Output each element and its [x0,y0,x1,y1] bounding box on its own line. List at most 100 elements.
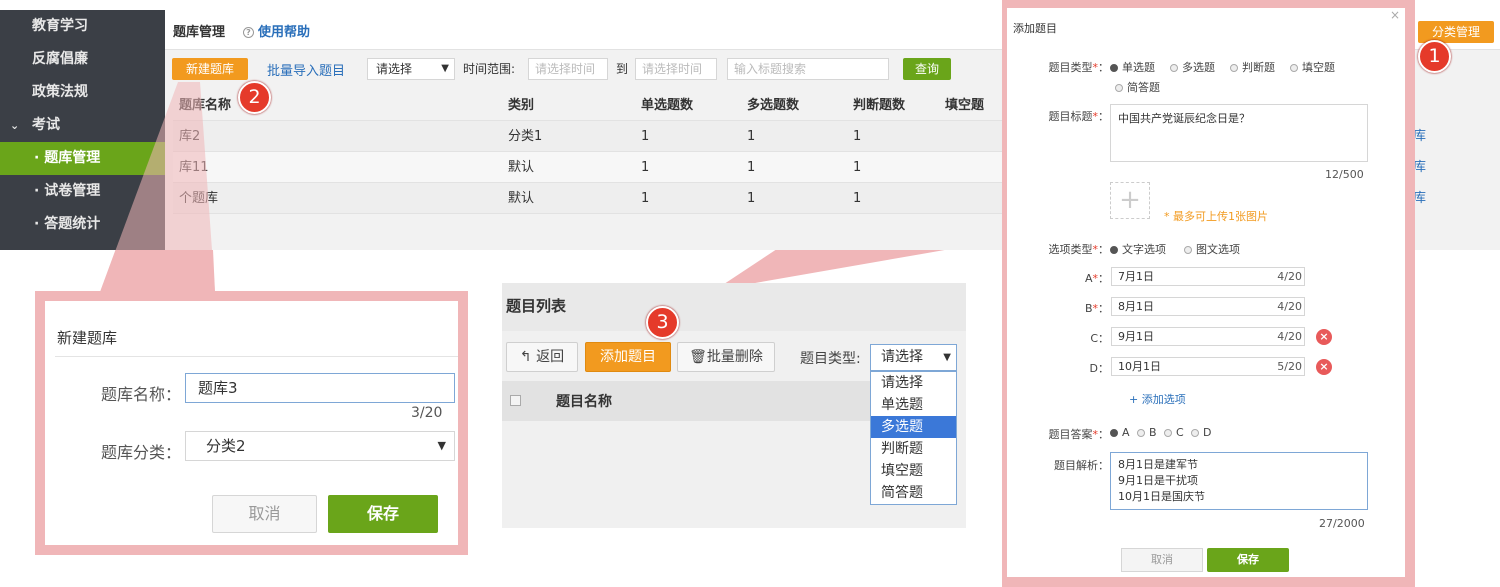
delete-option-icon[interactable]: × [1316,329,1332,345]
step-badge-3: 3 [646,306,679,339]
dropdown-option[interactable]: 填空题 [871,460,956,482]
option-d-input[interactable]: 10月1日 5/20 [1111,357,1305,376]
sidebar-item-label: 反腐倡廉 [32,51,88,67]
sidebar-item-label: · 答题统计 [34,216,101,232]
answer-radio-c[interactable]: C [1164,426,1184,439]
help-icon: ? [243,27,254,38]
cancel-button[interactable]: 取消 [212,495,317,533]
col-single-header: 单选题数 [641,98,694,113]
new-bank-button[interactable]: 新建题库 [172,58,248,80]
option-b-input[interactable]: 8月1日 4/20 [1111,297,1305,316]
select-all-checkbox[interactable] [510,395,521,406]
sidebar-item-label: · 题库管理 [34,150,101,166]
sidebar-item-label: 政策法规 [32,84,88,100]
add-question-button[interactable]: 添加题目 [585,342,671,372]
cancel-button[interactable]: 取消 [1121,548,1203,572]
cell-multi: 1 [747,129,756,144]
sidebar-item-anticorruption[interactable]: 反腐倡廉 [0,43,165,76]
type-radio-fill[interactable]: 填空题 [1290,59,1335,75]
question-title-label: 题目标题*： [1048,110,1110,123]
type-radio-essay[interactable]: 简答题 [1115,79,1160,95]
dropdown-option[interactable]: 判断题 [871,438,956,460]
chevron-down-icon: ⌄ [10,119,20,132]
option-a-input[interactable]: 7月1日 4/20 [1111,267,1305,286]
bank-name-count: 3/20 [411,405,443,421]
to-label: 到 [616,62,629,76]
analysis-line: 9月1日是干扰项 [1118,474,1198,487]
upload-image-button[interactable]: + [1110,182,1150,219]
option-type-image-radio[interactable]: 图文选项 [1184,241,1240,257]
type-radio-judge[interactable]: 判断题 [1230,59,1275,75]
help-label: 使用帮助 [258,25,311,40]
cell-name: 个题库 [179,191,219,206]
delete-option-icon[interactable]: × [1316,359,1332,375]
radio-icon [1164,429,1172,437]
cell-single: 1 [641,191,650,206]
option-type-text-radio[interactable]: 文字选项 [1110,241,1166,257]
radio-icon [1290,64,1298,72]
question-title-input[interactable]: 中国共产党诞辰纪念日是？ [1110,104,1368,162]
dropdown-option[interactable]: 简答题 [871,482,956,504]
option-b-label: B*： [1084,302,1109,315]
answer-radio-b[interactable]: B [1137,426,1157,439]
dropdown-option[interactable]: 单选题 [871,394,956,416]
col-multi-header: 多选题数 [747,98,800,113]
answer-radio-d[interactable]: D [1191,426,1211,439]
question-title-count: 12/500 [1325,168,1364,181]
sidebar-item-policy[interactable]: 政策法规 [0,76,165,109]
analysis-textarea[interactable]: 8月1日是建军节 9月1日是干扰项 10月1日是国庆节 [1110,452,1368,510]
dialog-body: 添加题目 × 题目类型*： 单选题 多选题 判断题 填空题 简答题 题目标题*：… [1007,8,1400,575]
save-button[interactable]: 保存 [328,495,438,533]
bank-name-input[interactable]: 题库3 [185,373,455,403]
add-question-dialog: 添加题目 × 题目类型*： 单选题 多选题 判断题 填空题 简答题 题目标题*：… [1002,0,1415,587]
type-radio-multi[interactable]: 多选题 [1170,59,1215,75]
type-radio-single[interactable]: 单选题 [1110,59,1155,75]
option-type-label: 选项类型*： [1048,243,1110,256]
back-button[interactable]: ↰ 返回 [506,342,578,372]
sidebar-item-exam[interactable]: ⌄ 考试 [0,109,165,142]
answer-radio-a[interactable]: A [1110,426,1130,439]
sidebar-item-label: 教育学习 [32,18,88,34]
cell-single: 1 [641,160,650,175]
col-category-header: 类别 [508,98,535,113]
dropdown-option-selected[interactable]: 多选题 [871,416,956,438]
add-option-link[interactable]: + 添加选项 [1129,391,1186,407]
dialog-title: 新建题库 [57,329,118,347]
close-icon[interactable]: × [1390,8,1400,22]
sidebar-item-education[interactable]: 教育学习 [0,10,165,43]
analysis-line: 8月1日是建军节 [1118,458,1198,471]
col-question-name: 题目名称 [556,394,612,410]
query-button[interactable]: 查询 [903,58,951,80]
sidebar-item-papers[interactable]: · 试卷管理 [0,175,165,208]
bank-name-label: 题库名称： [101,385,182,404]
batch-delete-button[interactable]: 🗑批量删除 [677,342,775,372]
dropdown-option[interactable]: 请选择 [871,372,956,394]
type-dropdown-menu: 请选择 单选题 多选题 判断题 填空题 简答题 [870,371,957,505]
save-button[interactable]: 保存 [1207,548,1289,572]
question-list-panel: 题目列表 ↰ 返回 添加题目 🗑批量删除 题目类型: 请选择 ▼ 题目名称 请选择… [502,283,966,528]
sidebar-item-question-bank[interactable]: · 题库管理 [0,142,165,175]
col-name-header: 题库名称 [179,98,232,113]
help-link[interactable]: ? 使用帮助 [243,21,310,40]
new-bank-dialog: 新建题库 题库名称： 题库3 3/20 题库分类： 分类2 ▼ 取消 保存 [35,291,468,555]
analysis-label: 题目解析： [1054,459,1109,472]
divider [55,356,458,357]
radio-checked-icon [1110,246,1118,254]
bank-category-select[interactable]: 分类2 ▼ [185,431,455,461]
batch-import-link[interactable]: 批量导入题目 [267,60,345,79]
radio-icon [1170,64,1178,72]
back-arrow-icon: ↰ [519,349,537,365]
question-table-header: 题目名称 [502,381,870,421]
time-from-input[interactable]: 请选择时间 [528,58,608,80]
option-c-input[interactable]: 9月1日 4/20 [1111,327,1305,346]
type-filter-select[interactable]: 请选择 ▼ [870,344,957,371]
search-input[interactable]: 输入标题搜索 [727,58,889,80]
type-filter-value: 请选择 [881,349,923,365]
cell-name: 库11 [179,160,209,175]
back-label: 返回 [536,349,565,365]
time-to-input[interactable]: 请选择时间 [635,58,717,80]
sidebar-item-stats[interactable]: · 答题统计 [0,208,165,241]
filter-select[interactable]: 请选择 ▼ [367,58,455,80]
cell-judge: 1 [853,191,862,206]
type-filter-label: 题目类型: [800,351,861,367]
